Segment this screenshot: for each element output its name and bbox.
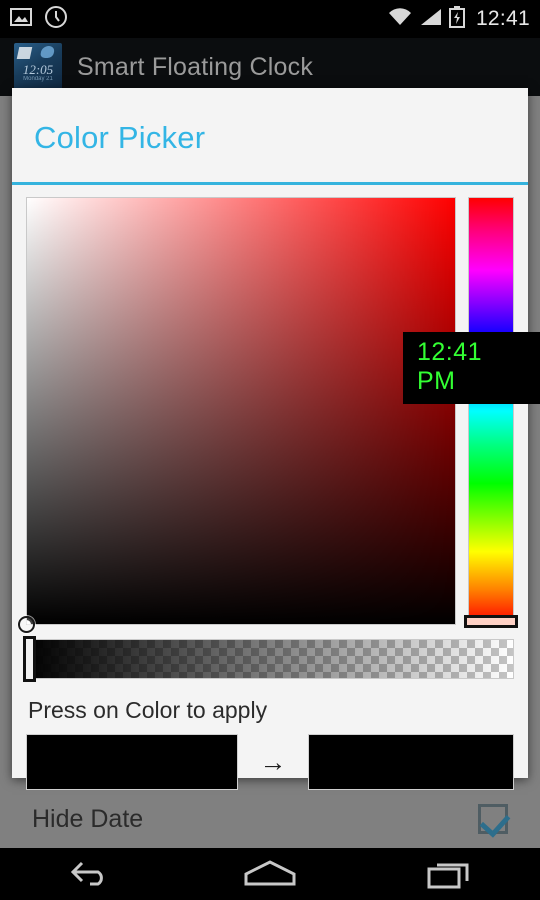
wifi-icon: [387, 7, 413, 32]
color-swatch-row: →: [12, 724, 528, 790]
app-icon-badge-right: [39, 46, 56, 58]
settings-row-hide-date[interactable]: Hide Date: [0, 790, 540, 848]
sv-gradient-base[interactable]: [26, 197, 456, 625]
dialog-title: Color Picker: [34, 120, 206, 155]
alpha-gradient[interactable]: [26, 639, 514, 679]
hide-date-label: Hide Date: [32, 804, 144, 833]
app-title: Smart Floating Clock: [77, 52, 314, 81]
old-color-swatch[interactable]: [26, 734, 238, 790]
status-bar-system: 12:41: [387, 5, 530, 33]
sv-selector-handle[interactable]: [18, 616, 35, 633]
status-bar-clock: 12:41: [475, 7, 530, 30]
hue-gradient[interactable]: [468, 197, 514, 625]
status-bar-notifications: [10, 5, 68, 34]
signal-icon: [420, 7, 442, 32]
picker-area: [12, 185, 528, 633]
app-icon-badge-left: [16, 47, 33, 59]
alpha-selector-handle[interactable]: [23, 636, 36, 682]
hide-date-checkbox[interactable]: [478, 804, 508, 834]
floating-clock-widget[interactable]: 12:41 PM: [403, 332, 540, 404]
sv-black-overlay: [27, 198, 455, 624]
hue-selector-handle[interactable]: [464, 615, 518, 628]
back-button[interactable]: [35, 848, 145, 900]
new-color-swatch[interactable]: [308, 734, 514, 790]
saturation-value-square[interactable]: [18, 197, 456, 633]
battery-charging-icon: [448, 5, 465, 33]
home-button[interactable]: [215, 848, 325, 900]
hue-slider[interactable]: [464, 197, 518, 628]
app-icon-subtitle: Monday 21: [23, 76, 53, 82]
clock-icon: [44, 5, 68, 34]
navigation-bar: [0, 848, 540, 900]
status-bar: 12:41: [0, 0, 540, 38]
recents-button[interactable]: [395, 848, 505, 900]
image-icon: [10, 7, 32, 32]
apply-hint-text: Press on Color to apply: [28, 697, 268, 723]
app-icon: 12:05 Monday 21: [14, 43, 62, 91]
arrow-icon: →: [259, 746, 287, 777]
android-screen: 12:41 12:05 Monday 21 Smart Floating Clo…: [0, 0, 540, 900]
alpha-slider[interactable]: [23, 636, 514, 682]
color-picker-dialog: Color Picker Press on Color to apply →: [12, 88, 528, 790]
